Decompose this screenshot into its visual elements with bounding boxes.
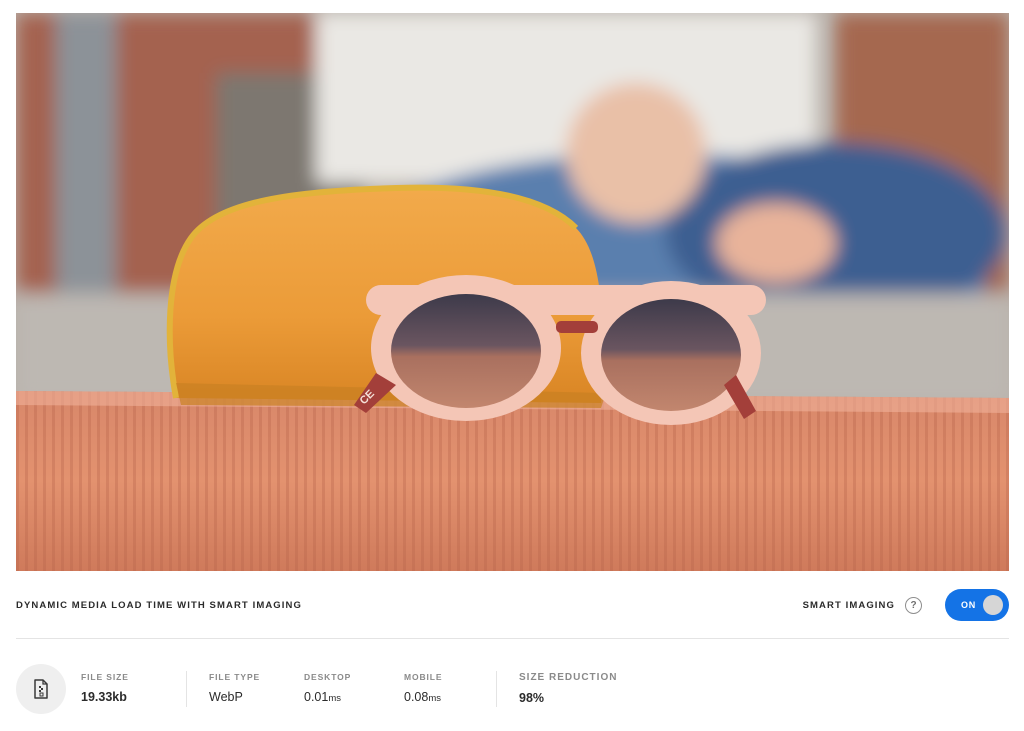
sunglasses-photo: CE	[16, 13, 1009, 571]
file-size-stat: FILE SIZE 19.33kb	[81, 672, 129, 704]
stats-row: FILE SIZE 19.33kb FILE TYPE WebP DESKTOP…	[16, 663, 1009, 715]
toggle-state-label: ON	[961, 600, 977, 610]
hero-image: CE	[16, 13, 1009, 571]
size-reduction-label: SIZE REDUCTION	[519, 672, 618, 683]
desktop-unit: ms	[328, 693, 342, 704]
section-title: DYNAMIC MEDIA LOAD TIME WITH SMART IMAGI…	[16, 599, 302, 611]
file-type-stat: FILE TYPE WebP	[209, 672, 260, 704]
file-type-value: WebP	[209, 690, 243, 704]
stat-separator	[496, 671, 497, 707]
divider	[16, 638, 1009, 639]
document-icon	[34, 679, 48, 699]
smart-imaging-label: SMART IMAGING	[802, 599, 895, 611]
smart-imaging-toggle[interactable]: ON	[945, 589, 1009, 621]
stat-separator	[186, 671, 187, 707]
mobile-number: 0.08	[404, 690, 429, 704]
mobile-unit: ms	[428, 693, 442, 704]
desktop-number: 0.01	[304, 690, 329, 704]
file-icon-badge	[16, 664, 66, 714]
mobile-value: 0.08ms	[404, 690, 442, 704]
load-time-header: DYNAMIC MEDIA LOAD TIME WITH SMART IMAGI…	[16, 587, 1009, 623]
desktop-label: DESKTOP	[304, 672, 352, 682]
size-reduction-stat: SIZE REDUCTION 98%	[519, 672, 617, 705]
file-type-label: FILE TYPE	[209, 672, 261, 682]
mobile-label: MOBILE	[404, 672, 443, 682]
toggle-knob	[983, 595, 1003, 615]
file-size-label: FILE SIZE	[81, 672, 129, 682]
help-icon[interactable]: ?	[905, 596, 922, 614]
smart-imaging-controls: SMART IMAGING ? ON	[803, 589, 1009, 621]
size-reduction-value: 98%	[519, 691, 545, 705]
desktop-stat: DESKTOP 0.01ms	[304, 672, 351, 704]
desktop-value: 0.01ms	[304, 690, 351, 704]
file-size-value: 19.33kb	[81, 690, 127, 704]
mobile-stat: MOBILE 0.08ms	[404, 672, 442, 704]
